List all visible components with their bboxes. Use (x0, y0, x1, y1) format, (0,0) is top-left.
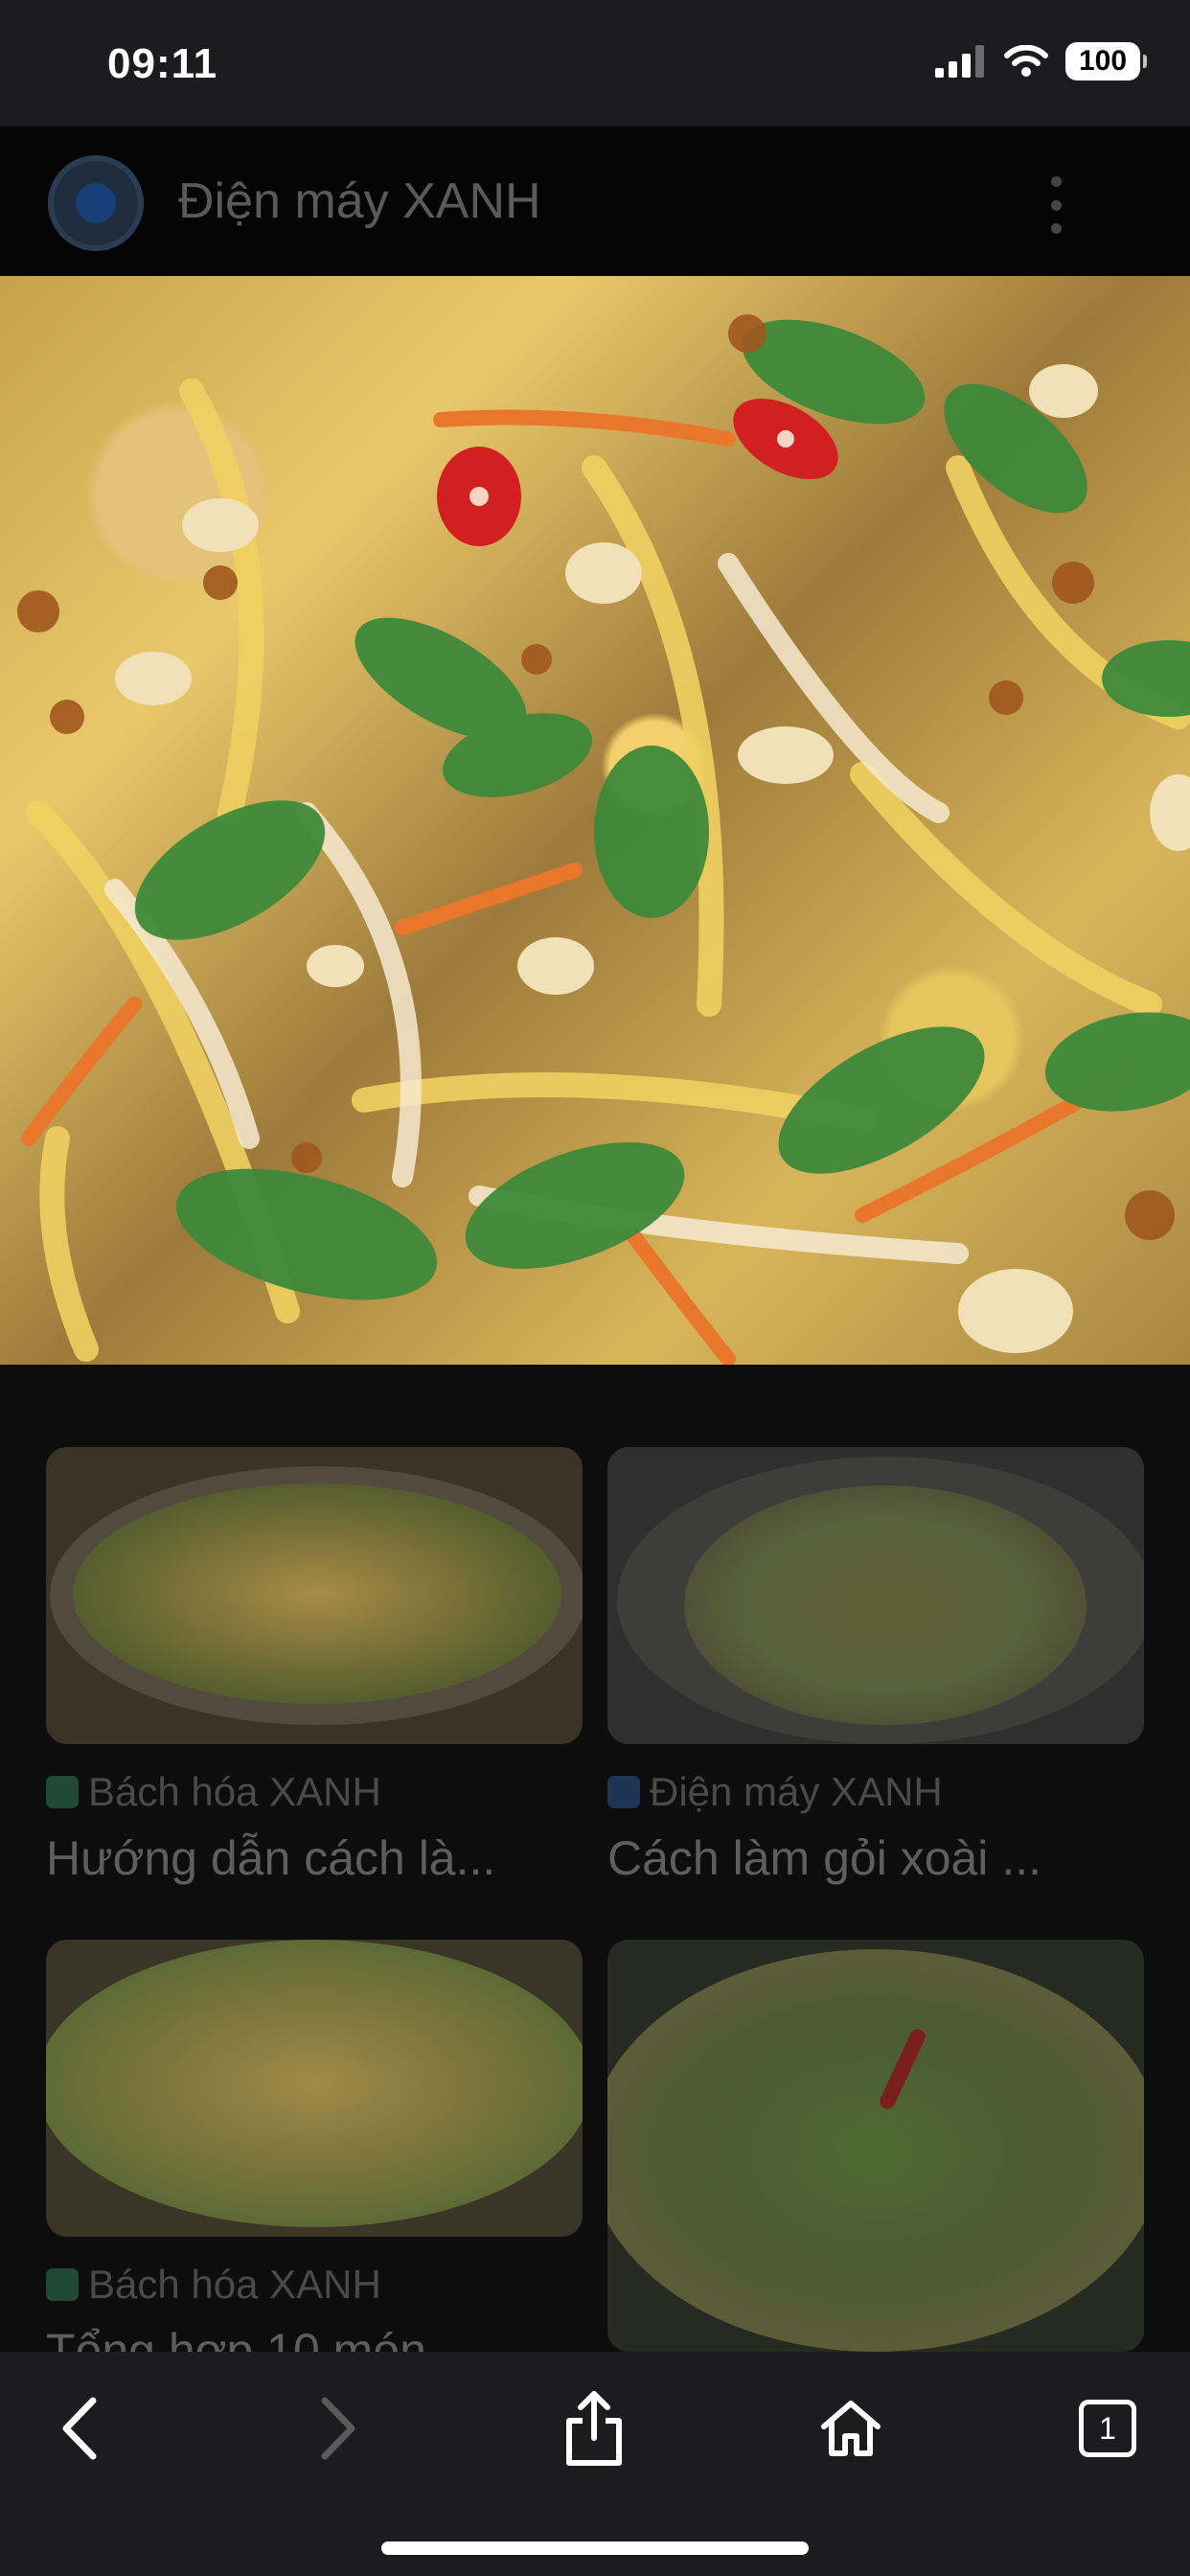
result-card[interactable]: Bách hóa XANH (46, 1447, 583, 1850)
result-card[interactable] (607, 1940, 1144, 2352)
tabs-icon: 1 (1079, 2400, 1136, 2457)
result-thumbnail[interactable] (46, 1940, 583, 2237)
result-source-name: Bách hóa XANH (88, 1769, 381, 1814)
battery-icon: 100 (1065, 42, 1147, 80)
mango-salad-photo (17, 314, 1190, 1365)
status-bar: 09:11 100 (0, 0, 1190, 126)
status-time: 09:11 (107, 40, 218, 87)
tabs-button[interactable]: 1 (1060, 2380, 1156, 2476)
result-source-name: Điện máy XANH (650, 1769, 943, 1814)
home-icon (821, 2401, 881, 2456)
site-logo-icon[interactable] (48, 155, 144, 251)
cellular-signal-icon (935, 45, 984, 78)
favicon-icon (46, 2268, 79, 2301)
results-grid: Bách hóa XANH Hướng dẫn cách là... Điện … (0, 1365, 1190, 2352)
home-button[interactable] (803, 2380, 899, 2476)
more-vertical-icon[interactable] (1046, 176, 1065, 234)
result-title[interactable]: Tổng hợp 10 món (46, 2323, 583, 2352)
wifi-icon (1004, 45, 1048, 77)
result-card[interactable]: Bách hóa XANH (46, 1940, 583, 2342)
battery-level: 100 (1078, 45, 1128, 77)
browser-toolbar: 1 (0, 2352, 1190, 2576)
home-indicator[interactable] (381, 2542, 809, 2555)
result-card[interactable]: Điện máy XANH (607, 1447, 1144, 1850)
forward-icon (321, 2397, 355, 2460)
favicon-icon (607, 1776, 640, 1808)
share-icon (566, 2391, 622, 2466)
result-source-name: Bách hóa XANH (88, 2262, 381, 2307)
result-thumbnail[interactable] (46, 1447, 583, 1744)
result-source: Bách hóa XANH (46, 2262, 381, 2308)
site-header: Điện máy XANH (0, 126, 1190, 276)
result-source: Bách hóa XANH (46, 1769, 381, 1815)
back-icon (62, 2397, 97, 2460)
tabs-count: 1 (1099, 2410, 1116, 2446)
result-title[interactable]: Hướng dẫn cách là... (46, 1830, 583, 1886)
result-title[interactable]: Cách làm gỏi xoài ... (607, 1830, 1144, 1886)
status-icons: 100 (935, 42, 1147, 80)
result-thumbnail[interactable] (607, 1447, 1144, 1744)
favicon-icon (46, 1776, 79, 1808)
result-source: Điện máy XANH (607, 1769, 943, 1815)
forward-button[interactable] (289, 2380, 385, 2476)
share-button[interactable] (546, 2380, 642, 2476)
hero-image[interactable] (0, 276, 1190, 1365)
site-title[interactable]: Điện máy XANH (178, 172, 541, 230)
back-button[interactable] (33, 2380, 128, 2476)
result-thumbnail[interactable] (607, 1940, 1144, 2352)
